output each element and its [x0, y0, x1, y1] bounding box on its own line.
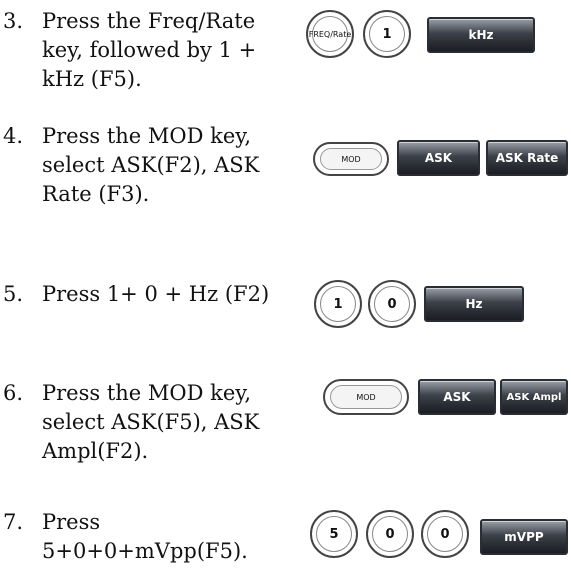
step-text: Press the MOD key, select ASK(F2), ASK R…: [42, 124, 260, 206]
ask-softkey[interactable]: ASK: [397, 140, 480, 176]
step-number: 3.: [3, 9, 24, 33]
step-number: 5.: [3, 282, 24, 306]
step-text: Press 1+ 0 + Hz (F2): [42, 282, 270, 306]
freq-rate-key[interactable]: FREQ/Rate: [306, 10, 354, 58]
ask-rate-softkey[interactable]: ASK Rate: [486, 140, 568, 176]
digit-5-key[interactable]: 5: [310, 510, 358, 558]
digit-0-key[interactable]: 0: [368, 280, 416, 328]
ask-ampl-softkey[interactable]: ASK Ampl: [500, 379, 568, 415]
step-text: Press the Freq/Rate key, followed by 1 +…: [42, 9, 257, 91]
step-number: 7.: [3, 510, 24, 534]
ask-softkey[interactable]: ASK: [418, 379, 496, 415]
step-number: 6.: [3, 381, 24, 405]
digit-1-key[interactable]: 1: [363, 10, 411, 58]
mvpp-softkey[interactable]: mVPP: [480, 519, 568, 555]
step-text: Press 5+0+0+mVpp(F5).: [42, 510, 248, 563]
khz-softkey[interactable]: kHz: [427, 17, 535, 53]
digit-1-key[interactable]: 1: [314, 280, 362, 328]
mod-key[interactable]: MOD: [313, 142, 389, 176]
digit-0-key[interactable]: 0: [366, 510, 414, 558]
mod-key[interactable]: MOD: [323, 379, 409, 415]
digit-0-key[interactable]: 0: [421, 510, 469, 558]
step-number: 4.: [3, 124, 24, 148]
step-text: Press the MOD key, select ASK(F5), ASK A…: [42, 381, 260, 463]
hz-softkey[interactable]: Hz: [424, 286, 524, 322]
